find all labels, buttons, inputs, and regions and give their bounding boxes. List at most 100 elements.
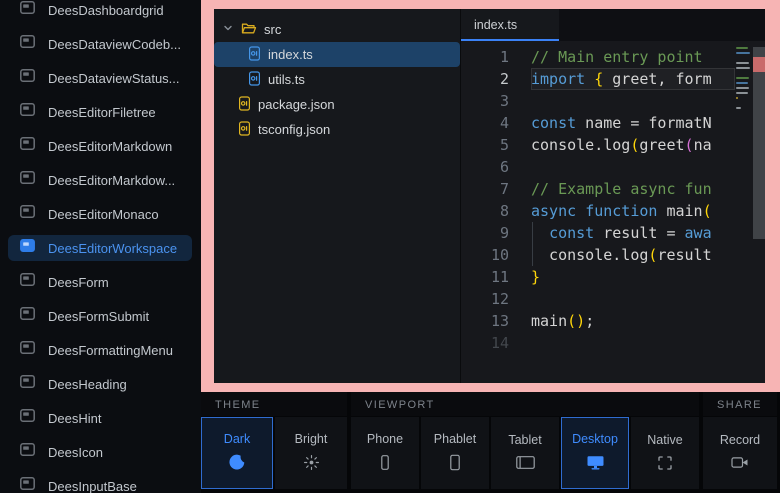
demo-frame: src index.ts utils.ts package.jsontsconfig.… bbox=[201, 0, 780, 392]
line-number: 11 bbox=[461, 266, 531, 288]
sidebar-item-label: DeesForm bbox=[48, 275, 109, 290]
code-line: 2import { greet, form bbox=[461, 68, 735, 90]
minimap-line bbox=[736, 92, 748, 94]
app-root: DeesDashboardgridDeesDataviewCodeb...Dee… bbox=[0, 0, 780, 493]
sidebar-item-deesdataviewstatus[interactable]: DeesDataviewStatus... bbox=[0, 61, 201, 95]
tree-item-label: utils.ts bbox=[268, 72, 305, 87]
line-text[interactable]: console.log(greet(na bbox=[531, 134, 735, 156]
line-text[interactable] bbox=[531, 156, 735, 178]
line-text[interactable]: async function main( bbox=[531, 200, 735, 222]
button-dark[interactable]: Dark bbox=[201, 417, 273, 489]
editor-scrollbar[interactable] bbox=[753, 41, 765, 383]
window-icon bbox=[20, 409, 35, 427]
tree-item-index-ts[interactable]: index.ts bbox=[214, 42, 460, 67]
tree-item-package-json[interactable]: package.json bbox=[214, 92, 460, 117]
line-number: 12 bbox=[461, 288, 531, 310]
button-label: Phone bbox=[367, 432, 403, 446]
line-text[interactable]: // Example async fun bbox=[531, 178, 735, 200]
line-number: 4 bbox=[461, 112, 531, 134]
tree-item-tsconfig-json[interactable]: tsconfig.json bbox=[214, 117, 460, 142]
line-number: 3 bbox=[461, 90, 531, 112]
sidebar-item-deeseditorfiletree[interactable]: DeesEditorFiletree bbox=[0, 95, 201, 129]
button-label: Phablet bbox=[434, 432, 476, 446]
sidebar-item-deesformattingmenu[interactable]: DeesFormattingMenu bbox=[0, 333, 201, 367]
line-text[interactable]: import { greet, form bbox=[531, 68, 735, 90]
tab-index-ts[interactable]: index.ts bbox=[461, 9, 559, 41]
line-text[interactable] bbox=[531, 332, 735, 354]
tree-item-utils-ts[interactable]: utils.ts bbox=[214, 67, 460, 92]
code-line: 12 bbox=[461, 288, 735, 310]
button-tablet[interactable]: Tablet bbox=[491, 417, 559, 489]
native-icon bbox=[657, 455, 673, 474]
minimap-line bbox=[736, 52, 750, 54]
button-native[interactable]: Native bbox=[631, 417, 699, 489]
toolbar-buttons: Phone Phablet Tablet Desktop Native bbox=[351, 416, 699, 489]
code-line: 3 bbox=[461, 90, 735, 112]
tree-item-label: src bbox=[264, 22, 281, 37]
sidebar-item-deesdataviewcodeb[interactable]: DeesDataviewCodeb... bbox=[0, 27, 201, 61]
line-text[interactable]: } bbox=[531, 266, 735, 288]
line-number: 10 bbox=[461, 244, 531, 266]
button-phablet[interactable]: Phablet bbox=[421, 417, 489, 489]
button-label: Dark bbox=[224, 432, 250, 446]
minimap-line bbox=[736, 47, 748, 49]
sidebar-item-deeseditorworkspace[interactable]: DeesEditorWorkspace bbox=[0, 231, 201, 265]
line-text[interactable] bbox=[531, 288, 735, 310]
sidebar-item-deesformsubmit[interactable]: DeesFormSubmit bbox=[0, 299, 201, 333]
line-text[interactable]: const name = formatN bbox=[531, 112, 735, 134]
editor-workspace: src index.ts utils.ts package.jsontsconfig.… bbox=[214, 9, 765, 383]
sidebar-item-deeshint[interactable]: DeesHint bbox=[0, 401, 201, 435]
code-line: 9 const result = awa bbox=[461, 222, 735, 244]
scrollbar-thumb[interactable] bbox=[753, 47, 765, 239]
sidebar-item-deeseditormarkdow[interactable]: DeesEditorMarkdow... bbox=[0, 163, 201, 197]
window-icon bbox=[20, 273, 35, 291]
button-phone[interactable]: Phone bbox=[351, 417, 419, 489]
chevron-down-icon[interactable] bbox=[222, 22, 234, 37]
sidebar-item-deesform[interactable]: DeesForm bbox=[0, 265, 201, 299]
phablet-icon bbox=[447, 454, 463, 474]
button-desktop[interactable]: Desktop bbox=[561, 417, 629, 489]
window-icon bbox=[20, 375, 35, 393]
phone-icon bbox=[377, 454, 393, 474]
line-text[interactable]: main(); bbox=[531, 310, 735, 332]
line-number: 6 bbox=[461, 156, 531, 178]
sidebar-item-label: DeesEditorMarkdow... bbox=[48, 173, 175, 188]
code-line: 14 bbox=[461, 332, 735, 354]
code-line: 6 bbox=[461, 156, 735, 178]
window-icon bbox=[20, 341, 35, 359]
button-label: Tablet bbox=[508, 433, 541, 447]
line-text[interactable]: console.log(result bbox=[531, 244, 735, 266]
sidebar-item-deeseditormonaco[interactable]: DeesEditorMonaco bbox=[0, 197, 201, 231]
code-area[interactable]: 1// Main entry point2import { greet, for… bbox=[461, 41, 735, 383]
code-line: 10 console.log(result bbox=[461, 244, 735, 266]
minimap-line bbox=[736, 97, 738, 99]
button-bright[interactable]: Bright bbox=[275, 417, 347, 489]
minimap-line bbox=[736, 112, 751, 114]
line-text[interactable]: const result = awa bbox=[531, 222, 735, 244]
sidebar-item-label: DeesEditorWorkspace bbox=[48, 241, 177, 256]
button-record[interactable]: Record bbox=[703, 417, 777, 489]
minimap[interactable] bbox=[735, 41, 753, 383]
editor-tabbar: index.ts bbox=[461, 9, 765, 41]
toolbar-section-title: THEME bbox=[201, 392, 347, 416]
minimap-line bbox=[736, 57, 751, 59]
sidebar-item-deesicon[interactable]: DeesIcon bbox=[0, 435, 201, 469]
minimap-line bbox=[736, 87, 749, 89]
tree-item-src[interactable]: src bbox=[214, 17, 460, 42]
sidebar-item-deesdashboardgrid[interactable]: DeesDashboardgrid bbox=[0, 0, 201, 27]
line-text[interactable] bbox=[531, 90, 735, 112]
code-line: 11} bbox=[461, 266, 735, 288]
sidebar-item-deesheading[interactable]: DeesHeading bbox=[0, 367, 201, 401]
line-number: 13 bbox=[461, 310, 531, 332]
button-label: Native bbox=[647, 433, 682, 447]
sidebar-item-deeseditormarkdown[interactable]: DeesEditorMarkdown bbox=[0, 129, 201, 163]
window-icon bbox=[20, 307, 35, 325]
folder-open-icon bbox=[241, 21, 257, 38]
sidebar-item-deesinputbase[interactable]: DeesInputBase bbox=[0, 469, 201, 493]
line-number: 7 bbox=[461, 178, 531, 200]
sidebar-item-label: DeesIcon bbox=[48, 445, 103, 460]
desktop-icon bbox=[586, 454, 605, 474]
sun-icon bbox=[303, 454, 320, 474]
line-text[interactable]: // Main entry point bbox=[531, 46, 735, 68]
line-number: 5 bbox=[461, 134, 531, 156]
